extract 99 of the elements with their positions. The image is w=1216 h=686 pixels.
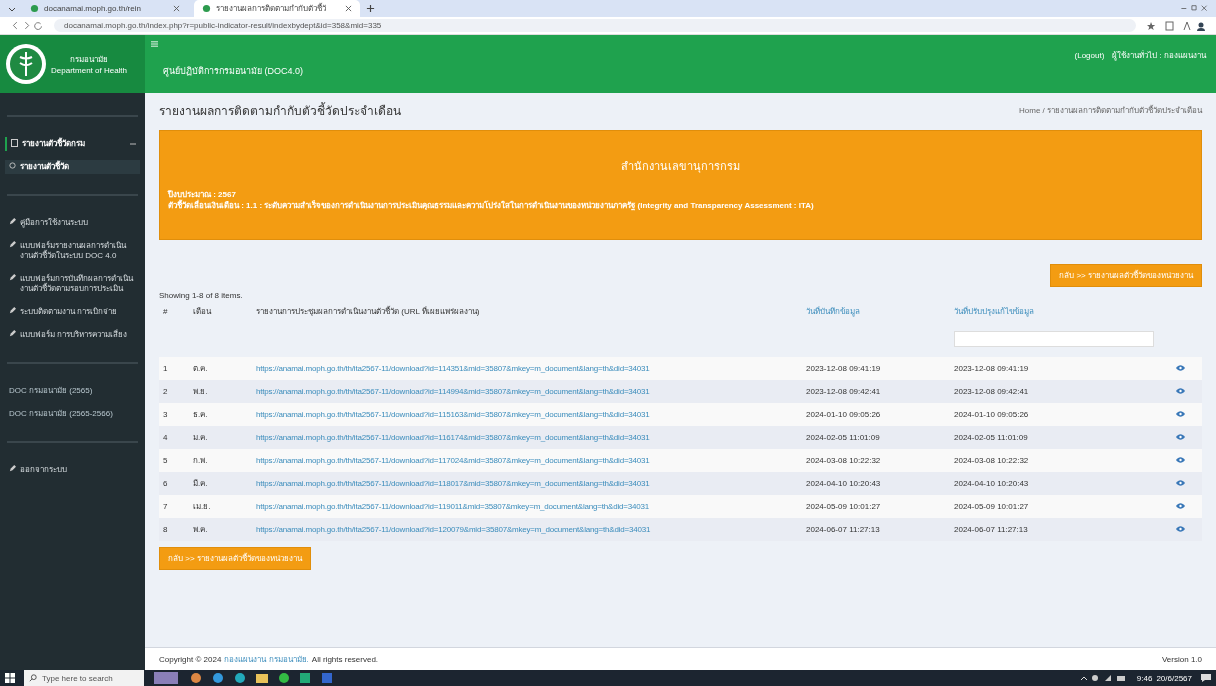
edit-icon	[9, 307, 16, 314]
sidebar-item[interactable]: รายงานตัวชี้วัดกรม	[5, 137, 140, 151]
sidebar-item[interactable]: ออกจากระบบ	[5, 463, 140, 477]
sidebar-item[interactable]: DOC กรมอนามัย (2565-2566)	[5, 407, 140, 421]
table-cell-text: 2023-12-08 09:42:41	[954, 387, 1030, 396]
clock-date: 20/6/2567	[1156, 673, 1192, 683]
edit-icon	[9, 330, 16, 337]
url-link[interactable]: https://anamai.moph.go.th/th/ita2567-11/download?id=119011&mid=35807&mkey=m_document&lang=th&did=34031	[256, 502, 649, 511]
logo-icon	[5, 43, 47, 85]
table-cell-text: ต.ค.	[193, 363, 209, 375]
banner-title: สำนักงานเลขานุการกรม	[620, 159, 741, 175]
table-cell-text: 2024-01-10 09:05:26	[954, 410, 1030, 419]
table-cell-text: 2024-06-07 11:27:13	[806, 525, 881, 534]
windows-start-icon[interactable]	[4, 672, 16, 684]
column-header: เดือน	[193, 307, 211, 316]
table-cell-text: 2024-05-09 10:01:27	[954, 502, 1030, 511]
address-field[interactable]: docanamai.moph.go.th/index.php?r=public-indicator-result/indexbydept&id=358&mid=335	[54, 19, 1136, 32]
rights-text: All rights reserved.	[311, 654, 379, 664]
table-cell-text: 4	[163, 433, 169, 442]
table-cell-text: พ.ค.	[193, 524, 209, 536]
search-icon	[29, 674, 37, 682]
table-cell-text: เม.ย.	[193, 501, 212, 513]
table-cell-text: 2024-04-10 10:20:43	[954, 479, 1030, 488]
column-header: #	[163, 307, 168, 316]
close-icon[interactable]	[173, 5, 180, 12]
taskbar-search-field[interactable]: Type here to search	[24, 670, 144, 686]
browser-tab[interactable]: docanamai.moph.go.th/rein	[22, 0, 188, 17]
table-cell-text: 2024-06-07 11:27:13	[954, 525, 1029, 534]
table-cell-text: 2024-02-05 11:01:09	[954, 433, 1029, 442]
close-icon[interactable]	[345, 5, 352, 12]
url-link[interactable]: https://anamai.moph.go.th/th/ita2567-11/download?id=114351&mid=35807&mkey=m_document&lang=th&did=34031	[256, 364, 650, 373]
window-controls-icon[interactable]	[1180, 4, 1208, 13]
table-cell-text: พ.ย.	[193, 386, 209, 398]
table-cell-text: 2023-12-08 09:41:19	[954, 364, 1030, 373]
view-icon[interactable]	[1175, 411, 1185, 417]
table-cell-text: 8	[163, 525, 169, 534]
view-icon[interactable]	[1175, 480, 1185, 486]
view-icon[interactable]	[1175, 457, 1185, 463]
notification-icon[interactable]	[1200, 673, 1212, 683]
table-cell-text: 2024-03-08 10:22:32	[954, 456, 1030, 465]
app-title: ศูนย์ปฏิบัติการกรมอนามัย (DOC4.0)	[163, 65, 303, 78]
view-icon[interactable]	[1175, 388, 1185, 394]
table-cell-text: 2023-12-08 09:41:19	[806, 364, 882, 373]
view-icon[interactable]	[1175, 526, 1185, 532]
table-cell-text: 2024-04-10 10:20:43	[806, 479, 882, 488]
table-cell-text: 7	[163, 502, 169, 511]
sidebar-item[interactable]: DOC กรมอนามัย (2565)	[5, 384, 140, 398]
copyright-text: Copyright © 2024	[159, 654, 222, 664]
table-cell-text: 2024-01-10 09:05:26	[806, 410, 882, 419]
view-icon[interactable]	[1175, 434, 1185, 440]
summary-text: Showing 1-8 of 8 items.	[159, 291, 244, 300]
site-icon	[30, 4, 39, 13]
browser-toolbar-icon[interactable]	[1146, 20, 1206, 31]
fiscal-year: ปีงบประมาณ : 2567	[168, 189, 237, 199]
breadcrumb: Home / รายงานผลการติดตามกำกับตัวชี้วัดประจำเดือน	[1019, 104, 1202, 117]
sidebar-item[interactable]: แบบฟอร์มรายงานผลการดำเนินงานตัวชี้วัดในระบบ DOC 4.0	[5, 239, 140, 263]
collapse-icon[interactable]	[130, 141, 136, 147]
site-icon	[202, 4, 211, 13]
org-name-english: Department of Health	[51, 66, 128, 75]
table-cell-text: 6	[163, 479, 169, 488]
edit-icon	[9, 465, 16, 472]
table-cell-text: 1	[163, 364, 169, 373]
navigation-icon[interactable]	[10, 21, 44, 30]
sidebar-item[interactable]: แบบฟอร์มการบันทึกผลการดำเนินงานตัวชี้วัดตามรอบการประเมิน	[5, 272, 140, 296]
browser-tab[interactable]: รายงานผลการติดตามกำกับตัวชี้วั	[194, 0, 360, 17]
document-icon	[11, 139, 18, 147]
edit-icon	[9, 218, 16, 225]
sidebar-item[interactable]: คู่มือการใช้งานระบบ	[5, 216, 140, 230]
table-cell-text: ก.พ.	[193, 455, 209, 467]
sidebar-item[interactable]: แบบฟอร์ม การบริหารความเสี่ยง	[5, 328, 140, 342]
sidebar-item[interactable]: รายงานตัวชี้วัด	[5, 160, 140, 174]
page-title: รายงานผลการติดตามกำกับตัวชี้วัดประจำเดือน	[159, 101, 401, 120]
table-cell-text: 2024-03-08 10:22:32	[806, 456, 882, 465]
table-cell-text: 2	[163, 387, 169, 396]
table-cell-text: มี.ค.	[193, 478, 209, 490]
edit-icon	[9, 241, 16, 248]
edit-icon	[9, 274, 16, 281]
table-cell-text: ธ.ค.	[193, 409, 209, 421]
table-cell-text: 5	[163, 456, 169, 465]
view-icon[interactable]	[1175, 365, 1185, 371]
indicator-name: ตัวชี้วัดเลื่อนเงินเดือน : 1.1 : ระดับความสำเร็จของการดำเนินงานการประเมินคุณธรรมและความโปร่งใสในการดำเนินงานของหน่วยงานภาครัฐ (Integrity and Transparency Assessment : ITA)	[168, 200, 815, 211]
table-cell-text: 2024-05-09 10:01:27	[806, 502, 882, 511]
new-tab-icon[interactable]	[366, 4, 375, 13]
view-icon[interactable]	[1175, 503, 1185, 509]
table-cell-text: ม.ค.	[193, 432, 209, 444]
org-name: กรมอนามัย	[69, 54, 109, 66]
owner-link[interactable]: กองแผนงาน กรมอนามัย.	[224, 652, 309, 666]
user-name: ผู้ใช้งานทั่วไป : กองแผนงาน	[1112, 49, 1206, 62]
filter-field[interactable]	[954, 331, 1154, 347]
table-cell-text: 2024-02-05 11:01:09	[806, 433, 881, 442]
sidebar-item[interactable]: ระบบติดตามงาน การเบิกจ่าย	[5, 305, 140, 319]
table-cell-text: 3	[163, 410, 169, 419]
url-link[interactable]: https://anamai.moph.go.th/th/ita2567-11/download?id=117024&mid=35807&mkey=m_document&lang=th&did=34031	[256, 456, 650, 465]
circle-icon	[9, 162, 16, 169]
url-link[interactable]: https://anamai.moph.go.th/th/ita2567-11/download?id=115163&mid=35807&mkey=m_document&lang=th&did=34031	[256, 410, 650, 419]
column-header: รายงานการประชุมผลการดำเนินงานตัวชี้วัด (URL ที่เผยแพร่ผลงาน)	[256, 307, 480, 316]
version-text: Version 1.0	[1161, 654, 1202, 664]
clock-time: 9:46	[1136, 673, 1153, 683]
table-cell-text: 2023-12-08 09:42:41	[806, 387, 882, 396]
